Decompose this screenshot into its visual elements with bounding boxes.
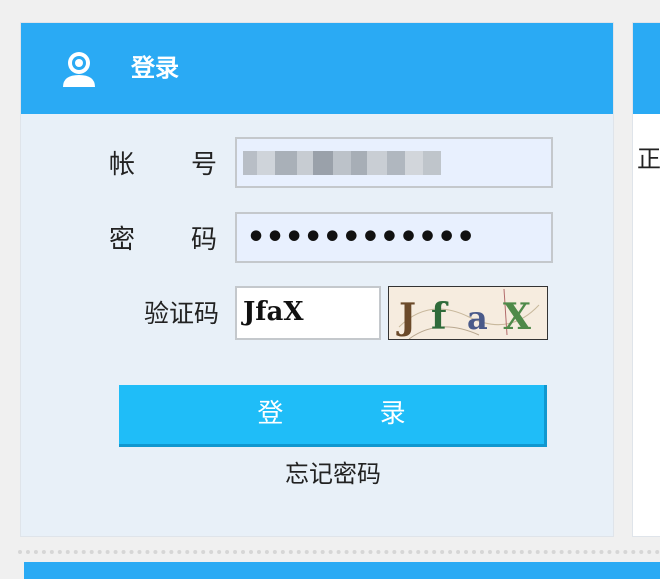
captcha-image[interactable]: J f a X <box>388 286 548 340</box>
svg-text:a: a <box>467 299 488 337</box>
svg-text:J: J <box>396 296 416 338</box>
section-divider <box>18 550 660 554</box>
right-panel-text: 正 <box>637 145 660 173</box>
right-panel-header <box>633 23 660 114</box>
captcha-input[interactable]: JfaX <box>235 286 381 340</box>
forgot-password-link[interactable]: 忘记密码 <box>119 457 547 491</box>
captcha-label: 验证码 <box>143 299 219 328</box>
user-icon <box>63 52 95 87</box>
login-button[interactable]: 登 录 <box>119 385 547 447</box>
captcha-image-graphic: J f a X <box>396 288 540 339</box>
password-masked-value: •••••••••••• <box>247 220 476 255</box>
password-label: 密 码 <box>109 225 217 255</box>
captcha-input-value: JfaX <box>243 297 304 327</box>
svg-text:f: f <box>431 296 449 338</box>
login-panel-header: 登录 <box>21 23 613 114</box>
account-label: 帐 号 <box>109 150 217 180</box>
password-input[interactable]: •••••••••••• <box>235 212 553 263</box>
login-panel: 登录 帐 号 密 码 •••••••••••• 验证码 JfaX J f a X… <box>20 22 614 537</box>
bottom-panel-header <box>24 562 660 579</box>
account-input[interactable] <box>235 137 553 188</box>
right-panel: 正 <box>632 22 660 537</box>
svg-text:X: X <box>503 296 531 338</box>
account-value-blurred <box>243 151 443 175</box>
panel-title: 登录 <box>131 54 179 82</box>
